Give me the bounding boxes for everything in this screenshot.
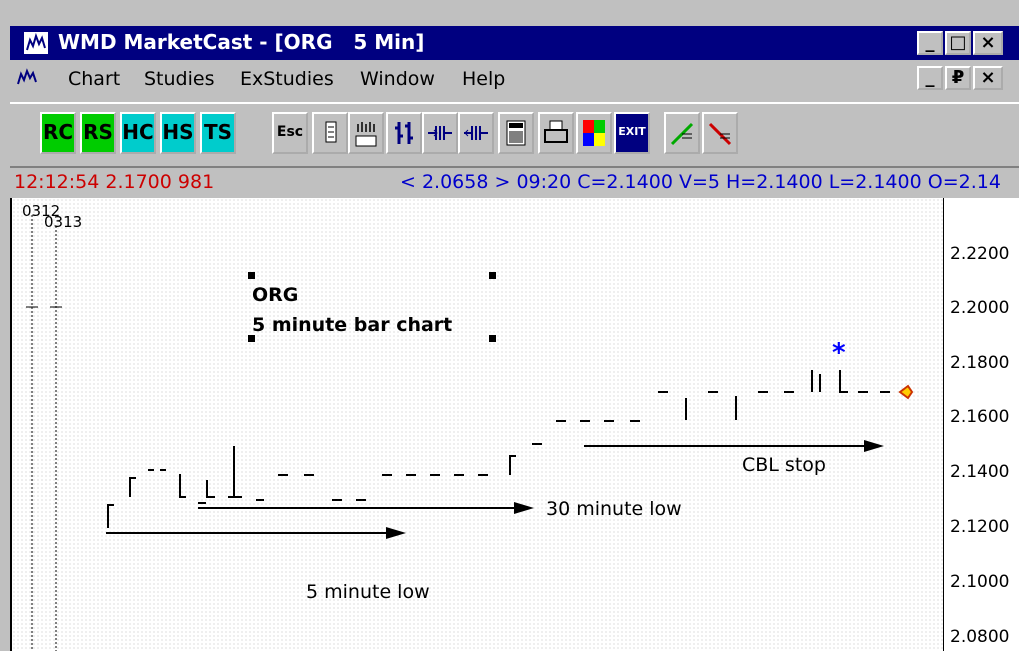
thirty-minute-low-label: 30 minute low (546, 498, 682, 520)
price-bar (129, 477, 136, 497)
signal-star-icon: * (832, 338, 846, 368)
price-bar (179, 474, 186, 498)
five-minute-low-label: 5 minute low (306, 581, 430, 603)
annotation-subtitle[interactable]: 5 minute bar chart (252, 314, 452, 336)
price-bar (509, 455, 516, 475)
price-bars-layer (26, 215, 914, 651)
price-bar (206, 480, 215, 498)
price-bar (839, 370, 848, 393)
price-bar (107, 504, 114, 528)
annotation-title[interactable]: ORG (252, 284, 298, 306)
arrowhead (514, 502, 534, 514)
arrowhead (386, 527, 406, 539)
current-price-marker (898, 384, 914, 400)
price-bar (233, 446, 242, 498)
arrowhead (864, 440, 884, 452)
price-bars (107, 370, 890, 528)
cbl-stop-label: CBL stop (742, 454, 826, 476)
